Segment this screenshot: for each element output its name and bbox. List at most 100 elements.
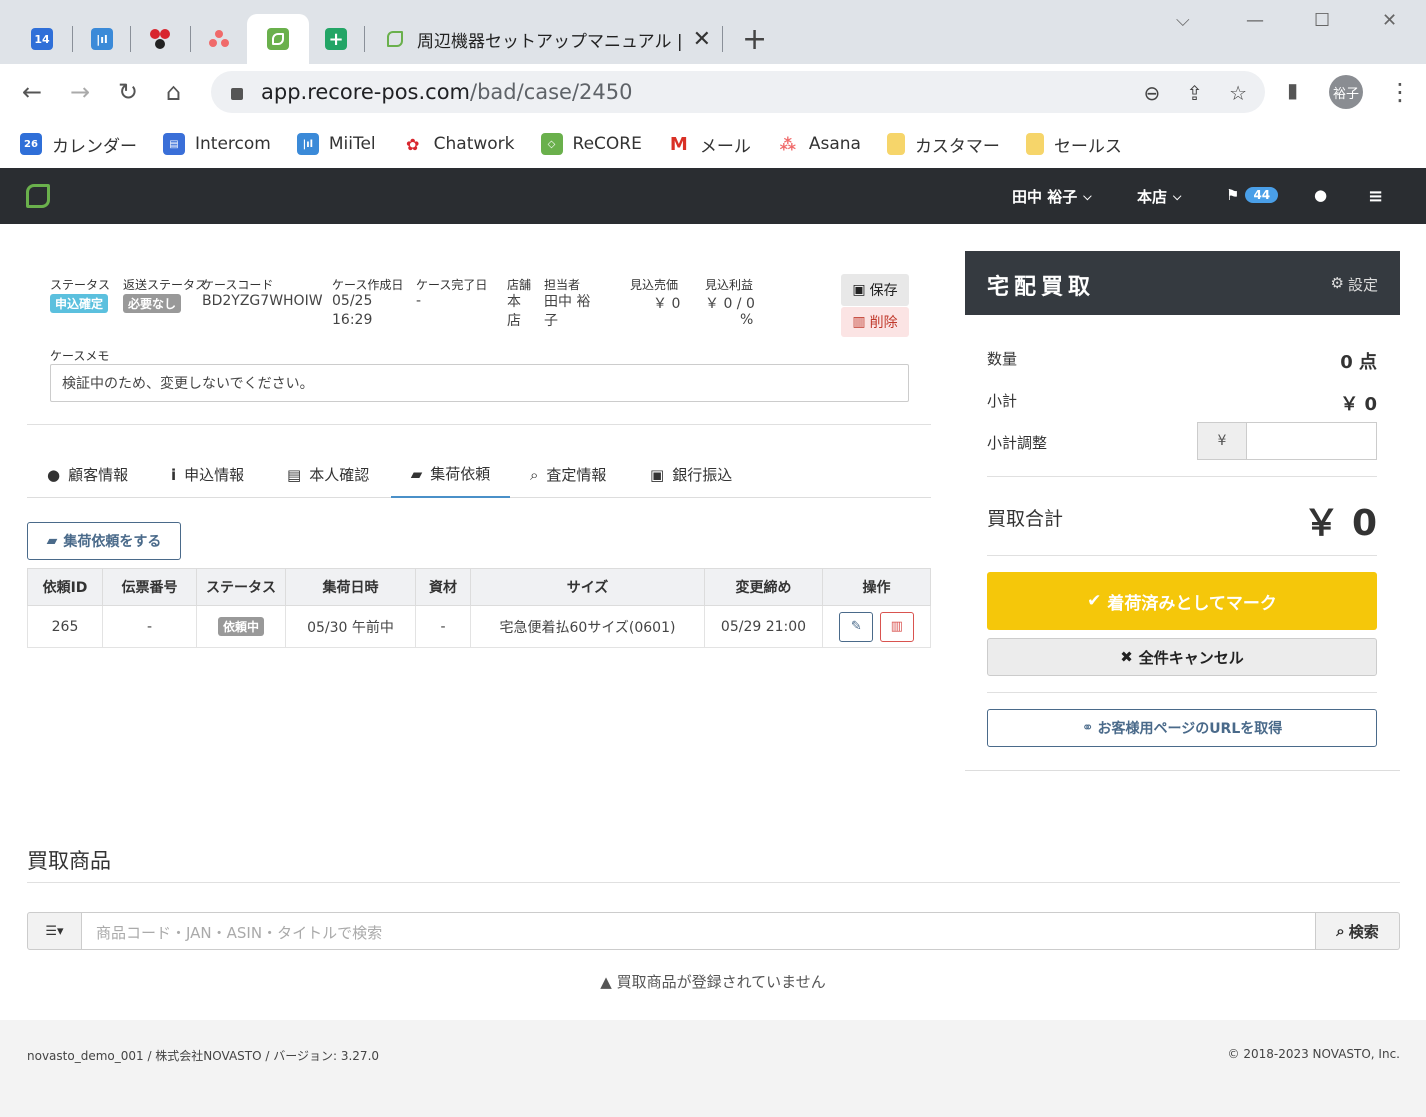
reload-icon[interactable]: ↻ <box>118 78 138 106</box>
cancel-all-button[interactable]: ✖ 全件キャンセル <box>987 638 1377 676</box>
bookmark-gmail[interactable]: M メール <box>667 132 751 157</box>
warning-icon: ▲ <box>600 973 612 991</box>
tab-assessment[interactable]: ⌕ 査定情報 <box>530 451 606 498</box>
case-code: BD2YZG7WHOIW <box>202 293 323 309</box>
column-header: 依頼ID <box>27 568 103 606</box>
browser-tab[interactable] <box>146 14 174 64</box>
tab-identity[interactable]: ▤ 本人確認 <box>287 451 369 498</box>
tab-bank-transfer[interactable]: ▣ 銀行振込 <box>650 451 732 498</box>
est-profit-value: ￥ 0 / 0 <box>705 296 755 312</box>
delivery-purchase-panel: 宅配買取 ⚙ 設定 数量 0 点 小計 ￥ 0 小計調整 ¥ 買取合計 ￥ 0 ✔… <box>965 251 1400 771</box>
browser-tab[interactable]: 14 <box>28 14 56 64</box>
forward-icon[interactable]: → <box>70 78 90 106</box>
chatwork-icon <box>148 27 172 51</box>
status-badge: 申込確定 <box>50 294 109 313</box>
tab-label: 査定情報 <box>546 466 607 484</box>
tab-divider <box>364 26 365 52</box>
delete-button[interactable]: ▥ 削除 <box>841 307 909 337</box>
tab-customer-info[interactable]: ● 顧客情報 <box>47 451 128 498</box>
tab-divider <box>190 26 191 52</box>
tab-search-icon[interactable]: ⌵ <box>1176 10 1190 31</box>
request-pickup-button[interactable]: ▰ 集荷依頼をする <box>27 522 181 560</box>
trash-icon[interactable]: ▥ <box>879 611 914 642</box>
profile-avatar[interactable]: 裕子 <box>1329 75 1363 109</box>
miitel-icon: |ıl <box>91 28 113 50</box>
intercom-icon: ▤ <box>163 133 185 155</box>
table-row: 265 - 依頼中 05/30 午前中 - 宅急便着払60サイズ(0601) 0… <box>27 605 931 648</box>
est-sales-value: ￥ 0 <box>653 296 681 312</box>
column-header: 操作 <box>822 568 931 606</box>
notifications[interactable]: ⚑ 44 <box>1226 186 1279 204</box>
est-sales-heading: 見込売価 <box>630 278 679 292</box>
search-button[interactable]: ⌕ 検索 <box>1316 912 1400 950</box>
home-icon[interactable]: ⌂ <box>166 78 181 106</box>
browser-tab[interactable] <box>205 14 233 64</box>
bookmark-miitel[interactable]: |ıl MiiTel <box>296 133 376 155</box>
chat-icon[interactable]: ● <box>1314 186 1327 204</box>
tab-application-info[interactable]: i 申込情報 <box>171 451 244 498</box>
subtotal-adjust-input[interactable] <box>1246 422 1377 460</box>
edit-pencil-icon[interactable]: ✎ <box>839 611 874 642</box>
bookmark-chatwork[interactable]: ✿ Chatwork <box>401 133 515 155</box>
url-text[interactable]: app.recore-pos.com/bad/case/2450 <box>261 80 633 104</box>
products-title: 買取商品 <box>27 849 111 873</box>
back-icon[interactable]: ← <box>22 78 42 106</box>
user-icon: ● <box>47 465 61 484</box>
user-menu[interactable]: 田中 裕子 ⌵ <box>1012 186 1092 207</box>
side-panel-icon[interactable]: ▮ <box>1287 78 1298 102</box>
asana-icon: ⁂ <box>776 133 799 155</box>
bookmark-folder-sales[interactable]: セールス <box>1025 132 1122 157</box>
minimize-icon[interactable]: — <box>1246 10 1264 31</box>
maximize-icon[interactable]: ☐ <box>1314 10 1330 31</box>
menu-kebab-icon[interactable]: ⋮ <box>1388 78 1412 106</box>
tab-pickup[interactable]: ▰ 集荷依頼 <box>391 451 510 498</box>
hamburger-menu-icon[interactable]: ≡ <box>1368 186 1383 207</box>
filter-dropdown-button[interactable]: ☰▾ <box>27 912 82 950</box>
pickup-table: 依頼ID 伝票番号 ステータス 集荷日時 資材 サイズ 変更締め 操作 265 … <box>27 568 931 648</box>
material: - <box>415 605 471 648</box>
gear-icon: ⚙ <box>1330 274 1344 292</box>
info-icon: i <box>171 465 177 484</box>
share-icon[interactable]: ⇪ <box>1186 81 1203 105</box>
total-label: 買取合計 <box>987 508 1064 530</box>
bookmark-calendar[interactable]: 26 カレンダー <box>20 132 137 157</box>
bookmark-label: Chatwork <box>433 134 515 154</box>
bookmark-label: Asana <box>808 134 861 154</box>
bookmark-label: Intercom <box>195 134 271 154</box>
chatwork-icon: ✿ <box>401 133 424 155</box>
lock-icon <box>231 88 243 100</box>
new-tab-icon[interactable]: + <box>742 22 767 57</box>
case-memo-textarea[interactable]: 検証中のため、変更しないでください。 <box>50 364 909 402</box>
gmail-icon: M <box>667 133 690 155</box>
browser-tab-manual[interactable]: 周辺機器セットアップマニュアル | ユーザ ✕ <box>381 20 711 58</box>
window-close-icon[interactable]: ✕ <box>1382 10 1397 31</box>
close-icon[interactable]: ✕ <box>693 27 711 52</box>
get-customer-url-button[interactable]: ⚭ お客様用ページのURLを取得 <box>987 709 1377 747</box>
bookmark-intercom[interactable]: ▤ Intercom <box>163 133 271 155</box>
browser-tab[interactable] <box>264 14 292 64</box>
omnibox[interactable]: app.recore-pos.com/bad/case/2450 ⊖ ⇪ ☆ <box>211 71 1265 113</box>
sliders-icon: ☰▾ <box>45 923 64 939</box>
pickup-datetime: 05/30 午前中 <box>285 605 416 648</box>
browser-tab[interactable]: + <box>322 14 350 64</box>
recore-logo-icon[interactable] <box>26 184 50 208</box>
bookmark-star-icon[interactable]: ☆ <box>1229 81 1247 105</box>
store-name: 本店 <box>1137 188 1168 206</box>
settings-link[interactable]: ⚙ 設定 <box>1331 274 1378 295</box>
staff-heading: 担当者 <box>544 278 581 292</box>
bookmark-asana[interactable]: ⁂ Asana <box>776 133 861 155</box>
browser-tab[interactable]: |ıl <box>88 14 116 64</box>
search-label: 検索 <box>1348 922 1379 941</box>
save-button[interactable]: ▣ 保存 <box>841 274 909 306</box>
empty-products-message: ▲ 買取商品が登録されていません <box>0 971 1426 992</box>
product-search-input[interactable]: 商品コード・JAN・ASIN・タイトルで検索 <box>82 912 1316 950</box>
zoom-icon[interactable]: ⊖ <box>1144 81 1161 105</box>
mark-arrived-button[interactable]: ✔ 着荷済みとしてマーク <box>987 572 1377 630</box>
store-menu[interactable]: 本店 ⌵ <box>1137 186 1181 207</box>
trash-icon: ▥ <box>852 314 866 330</box>
panel-header: 宅配買取 ⚙ 設定 <box>965 251 1400 315</box>
bookmark-recore[interactable]: ◇ ReCORE <box>540 133 642 155</box>
bookmark-folder-customer[interactable]: カスタマー <box>886 132 1000 157</box>
save-icon: ▣ <box>852 282 866 298</box>
bookmark-label: カレンダー <box>52 136 137 157</box>
